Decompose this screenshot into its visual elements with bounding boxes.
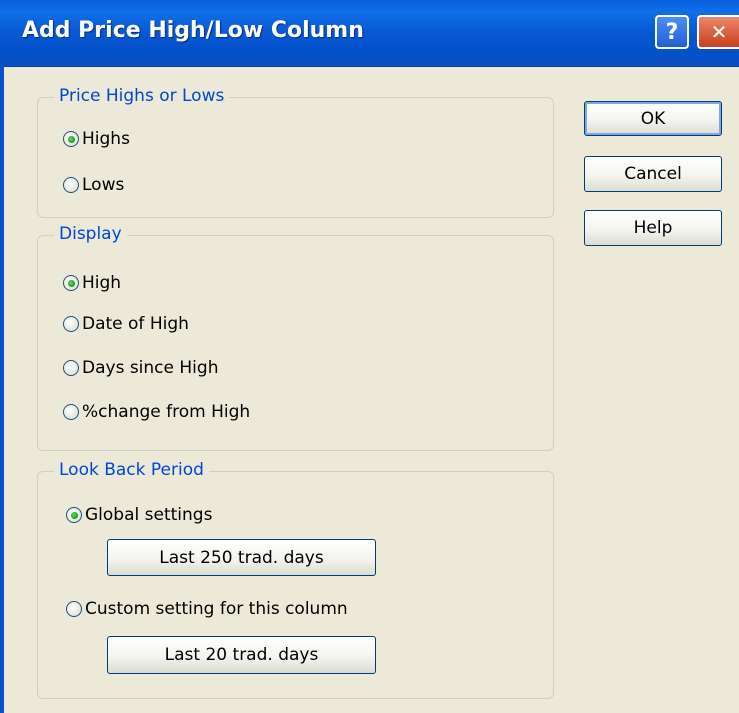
- display-group-legend: Display: [54, 224, 127, 244]
- radio-button-checked[interactable]: [63, 131, 79, 147]
- window-left-border: [0, 66, 4, 713]
- radio-button-checked[interactable]: [66, 507, 82, 523]
- radio-button[interactable]: [63, 404, 79, 420]
- radio-highs-label: Highs: [82, 129, 130, 149]
- radio-lows-label: Lows: [82, 175, 125, 195]
- titlebar-help-button[interactable]: ?: [655, 15, 689, 49]
- radio-days-since-high-label: Days since High: [82, 358, 219, 378]
- help-icon: ?: [665, 19, 679, 45]
- price-highs-lows-group: Price Highs or Lows Highs Lows: [37, 86, 554, 218]
- radio-change-from-high-label: %change from High: [82, 402, 251, 422]
- radio-date-of-high-label: Date of High: [82, 314, 189, 334]
- cancel-button[interactable]: Cancel: [584, 156, 722, 192]
- price-group-legend: Price Highs or Lows: [54, 86, 230, 106]
- help-button[interactable]: Help: [584, 210, 722, 246]
- title-bar[interactable]: Add Price High/Low Column ? ✕: [0, 0, 739, 67]
- radio-button[interactable]: [63, 177, 79, 193]
- look-back-period-group: Look Back Period Global settings Last 25…: [37, 460, 554, 699]
- global-lookback-button-label: Last 250 trad. days: [159, 547, 324, 568]
- help-button-label: Help: [633, 218, 673, 238]
- radio-lows[interactable]: Lows: [63, 175, 124, 195]
- window-title: Add Price High/Low Column: [22, 18, 364, 43]
- lookback-group-legend: Look Back Period: [54, 460, 209, 480]
- titlebar-close-button[interactable]: ✕: [697, 15, 739, 49]
- custom-lookback-button-label: Last 20 trad. days: [164, 645, 319, 665]
- radio-global-settings[interactable]: Global settings: [66, 505, 212, 525]
- radio-custom-setting-label: Custom setting for this column: [85, 599, 348, 619]
- radio-button[interactable]: [66, 601, 82, 617]
- dialog-window: Add Price High/Low Column ? ✕ Price High…: [0, 0, 739, 713]
- close-icon: ✕: [710, 20, 728, 44]
- radio-button[interactable]: [63, 360, 79, 376]
- radio-days-since-high[interactable]: Days since High: [63, 358, 218, 378]
- ok-button[interactable]: OK: [584, 101, 722, 136]
- global-lookback-button[interactable]: Last 250 trad. days: [107, 539, 376, 576]
- display-group: Display High Date of High Days since Hig…: [37, 224, 554, 451]
- ok-button-label: OK: [640, 108, 666, 129]
- radio-highs[interactable]: Highs: [63, 129, 130, 149]
- radio-button-checked[interactable]: [63, 275, 79, 291]
- radio-button[interactable]: [63, 316, 79, 332]
- cancel-button-label: Cancel: [624, 164, 682, 184]
- radio-date-of-high[interactable]: Date of High: [63, 314, 189, 334]
- radio-high[interactable]: High: [63, 273, 121, 293]
- radio-global-settings-label: Global settings: [85, 505, 213, 525]
- radio-high-label: High: [82, 273, 122, 293]
- radio-custom-setting[interactable]: Custom setting for this column: [66, 599, 348, 619]
- custom-lookback-button[interactable]: Last 20 trad. days: [107, 636, 376, 674]
- radio-change-from-high[interactable]: %change from High: [63, 402, 250, 422]
